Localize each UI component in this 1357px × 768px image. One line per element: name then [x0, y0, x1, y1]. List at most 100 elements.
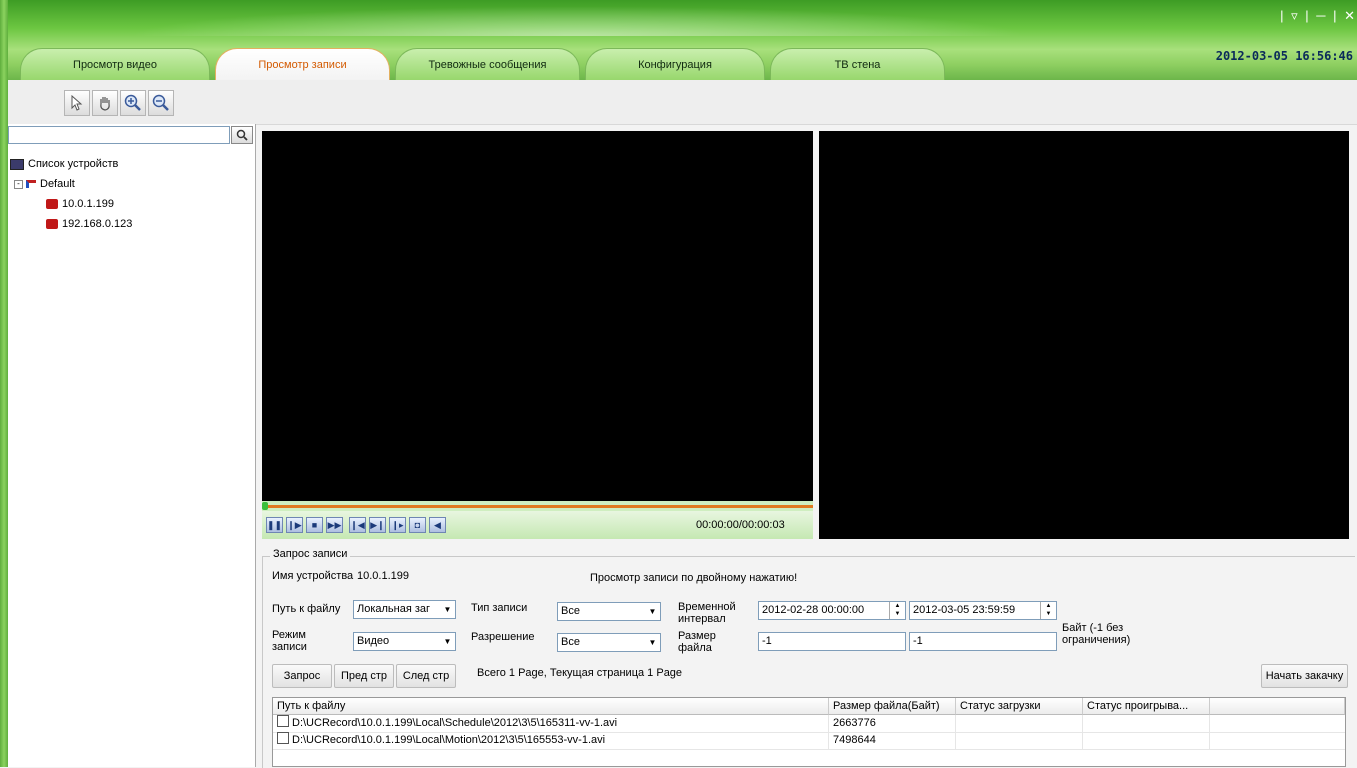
col-header-empty — [1210, 698, 1345, 715]
row-path: D:\UCRecord\10.0.1.199\Local\Motion\2012… — [292, 734, 606, 746]
chevron-down-icon[interactable]: ▼ — [645, 603, 660, 620]
record-type-select[interactable]: Все ▼ — [557, 602, 661, 621]
size-max-field[interactable]: -1 — [909, 632, 1057, 651]
camera-icon — [46, 199, 58, 209]
time-from-field[interactable]: 2012-02-28 00:00:00 ▲ ▼ — [758, 601, 906, 620]
tree-root[interactable]: Список устройств — [10, 156, 118, 172]
tab-configuration[interactable]: Конфигурация — [585, 48, 765, 80]
query-legend: Запрос записи — [270, 548, 351, 560]
query-button[interactable]: Запрос — [272, 664, 332, 688]
record-mode-label: Режим записи — [272, 629, 307, 653]
table-row[interactable]: D:\UCRecord\10.0.1.199\Local\Schedule\20… — [273, 715, 1345, 733]
video-window-1[interactable] — [262, 131, 813, 501]
volume-icon[interactable]: ◀ — [429, 517, 446, 533]
tab-playback[interactable]: Просмотр записи — [215, 48, 390, 80]
table-row[interactable]: D:\UCRecord\10.0.1.199\Local\Motion\2012… — [273, 732, 1345, 750]
file-path-select[interactable]: Локальная заг ▼ — [353, 600, 456, 619]
resolution-label: Разрешение — [471, 631, 535, 643]
record-type-label: Тип записи — [471, 602, 528, 614]
file-path-value: Локальная заг — [357, 603, 431, 615]
col-header-path[interactable]: Путь к файлу — [273, 698, 829, 715]
row-path-cell: D:\UCRecord\10.0.1.199\Local\Motion\2012… — [273, 732, 829, 749]
fast-forward-icon[interactable]: ▶▶ — [326, 517, 343, 533]
row-download-status — [956, 732, 1083, 749]
row-size: 7498644 — [829, 732, 956, 749]
row-checkbox[interactable] — [277, 715, 289, 727]
camera-icon — [46, 219, 58, 229]
time-interval-label: Временной интервал — [678, 601, 736, 625]
start-download-button[interactable]: Начать закачку — [1261, 664, 1348, 688]
app-window: | ▿ | ─ | ✕ 2012-03-05 16:56:46 Просмотр… — [0, 0, 1357, 768]
time-to-field[interactable]: 2012-03-05 23:59:59 ▲ ▼ — [909, 601, 1057, 620]
playback-controls: ❚❚ ❙▶ ■ ▶▶ ❙◀ ▶❙ ❙▸ ◘ ◀ 00:00:00/00:00:0… — [262, 511, 813, 539]
row-checkbox[interactable] — [277, 732, 289, 744]
prev-page-button[interactable]: Пред стр — [334, 664, 394, 688]
snapshot-icon[interactable]: ◘ — [409, 517, 426, 533]
tree-root-label: Список устройств — [28, 158, 119, 170]
collapse-icon[interactable]: - — [14, 179, 23, 189]
progress-track — [262, 505, 813, 508]
window-controls[interactable]: | ▿ | ─ | ✕ — [1280, 8, 1357, 24]
row-path-cell: D:\UCRecord\10.0.1.199\Local\Schedule\20… — [273, 715, 829, 732]
device-label: 192.168.0.123 — [62, 218, 133, 230]
tree-group-label: Default — [40, 178, 75, 190]
progress-knob[interactable] — [262, 502, 268, 510]
size-min-field[interactable]: -1 — [758, 632, 906, 651]
resolution-value: Все — [561, 636, 580, 648]
device-search-input[interactable] — [8, 126, 230, 144]
next-page-button[interactable]: След стр — [396, 664, 456, 688]
zoom-in-icon[interactable] — [120, 90, 146, 116]
chevron-down-icon[interactable]: ▼ — [440, 601, 455, 618]
time-to-spinner[interactable]: ▲ ▼ — [1040, 602, 1056, 619]
pause-icon[interactable]: ❚❚ — [266, 517, 283, 533]
skip-end-icon[interactable]: ▶❙ — [369, 517, 386, 533]
device-list-icon — [10, 158, 24, 170]
slow-forward-icon[interactable]: ❙▶ — [286, 517, 303, 533]
clock-display: 2012-03-05 16:56:46 — [1215, 49, 1353, 63]
time-to-value: 2012-03-05 23:59:59 — [913, 604, 1016, 616]
device-label: 10.0.1.199 — [62, 198, 114, 210]
chevron-down-icon[interactable]: ▼ — [645, 634, 660, 651]
tree-device-2[interactable]: 192.168.0.123 — [46, 216, 132, 232]
window-left-border — [0, 0, 8, 767]
row-download-status — [956, 715, 1083, 732]
bytes-note: Байт (-1 без ограничения) — [1062, 622, 1131, 646]
tree-group-default[interactable]: - Default — [14, 176, 75, 192]
main-tabs: Просмотр видео Просмотр записи Тревожные… — [20, 48, 980, 80]
resolution-select[interactable]: Все ▼ — [557, 633, 661, 652]
file-size-label: Размер файла — [678, 630, 716, 654]
col-header-download[interactable]: Статус загрузки — [956, 698, 1083, 715]
row-playback-status — [1083, 715, 1210, 732]
chevron-down-icon[interactable]: ▼ — [440, 633, 455, 650]
timecode: 00:00:00/00:00:03 — [696, 519, 785, 531]
hand-icon[interactable] — [92, 90, 118, 116]
device-name-label: Имя устройства — [272, 570, 354, 582]
time-from-spinner[interactable]: ▲ ▼ — [889, 602, 905, 619]
pointer-icon[interactable] — [64, 90, 90, 116]
group-icon — [26, 180, 36, 188]
playback-progress[interactable] — [262, 501, 813, 511]
tab-alarms[interactable]: Тревожные сообщения — [395, 48, 580, 80]
device-name-value: 10.0.1.199 — [357, 570, 409, 582]
frame-step-icon[interactable]: ❙▸ — [389, 517, 406, 533]
record-mode-value: Видео — [357, 635, 390, 647]
col-header-playback[interactable]: Статус проигрыва... — [1083, 698, 1210, 715]
col-header-size[interactable]: Размер файла(Байт) — [829, 698, 956, 715]
zoom-out-icon[interactable] — [148, 90, 174, 116]
row-playback-status — [1083, 732, 1210, 749]
toolbar — [8, 80, 1357, 125]
row-path: D:\UCRecord\10.0.1.199\Local\Schedule\20… — [292, 717, 618, 729]
row-size: 2663776 — [829, 715, 956, 732]
skip-start-icon[interactable]: ❙◀ — [349, 517, 366, 533]
tree-device-1[interactable]: 10.0.1.199 — [46, 196, 114, 212]
search-icon[interactable] — [231, 126, 253, 144]
device-panel: Список устройств - Default 10.0.1.199 19… — [8, 124, 256, 767]
records-table: Путь к файлу Размер файла(Байт) Статус з… — [272, 697, 1346, 767]
record-mode-select[interactable]: Видео ▼ — [353, 632, 456, 651]
tab-tv-wall[interactable]: ТВ стена — [770, 48, 945, 80]
video-window-2[interactable] — [819, 131, 1349, 539]
tab-live-view[interactable]: Просмотр видео — [20, 48, 210, 80]
time-from-value: 2012-02-28 00:00:00 — [762, 604, 865, 616]
stop-icon[interactable]: ■ — [306, 517, 323, 533]
double-click-hint: Просмотр записи по двойному нажатию! — [590, 572, 798, 584]
